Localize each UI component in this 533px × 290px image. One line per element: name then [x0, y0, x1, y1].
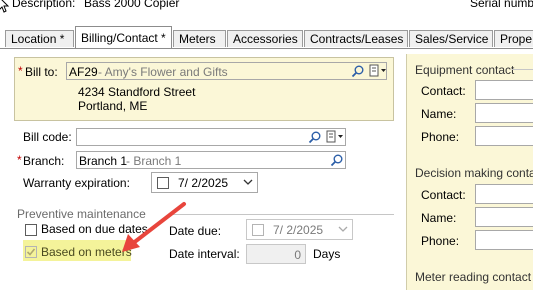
tab-accessories[interactable]: Accessories — [227, 30, 303, 47]
bill-to-name: - Amy's Flower and Gifts — [98, 65, 228, 79]
tab-contracts-leases[interactable]: Contracts/Leases — [304, 30, 408, 47]
equipment-contact-input[interactable] — [475, 80, 533, 100]
mouse-cursor-icon — [0, 0, 10, 13]
bill-code-input[interactable] — [76, 128, 346, 146]
tab-sales-service[interactable]: Sales/Service — [409, 30, 493, 47]
checkmark-icon — [26, 248, 36, 256]
equipment-contact-title: Equipment contact — [415, 63, 515, 77]
tab-properties-label: Prope — [500, 32, 533, 46]
serial-number-label: Serial numbe — [470, 0, 533, 10]
bill-to-label: Bill to: — [25, 65, 58, 79]
date-interval-value: 0 — [294, 248, 301, 262]
lookup-menu-icon[interactable] — [369, 64, 387, 78]
equipment-name-input[interactable] — [475, 103, 533, 123]
search-icon[interactable] — [308, 130, 322, 144]
tab-location[interactable]: Location * — [5, 30, 74, 47]
tab-billing-contact[interactable]: Billing/Contact * — [75, 26, 172, 48]
tab-properties[interactable]: Prope — [494, 30, 533, 47]
warranty-expiration-label: Warranty expiration: — [23, 176, 130, 190]
decision-contact-label: Contact: — [421, 188, 466, 202]
tab-location-label: Location * — [11, 32, 65, 46]
date-interval-input[interactable]: 0 — [246, 244, 306, 264]
based-on-meters-checkbox[interactable] — [25, 246, 37, 258]
description-label: Description: — [12, 0, 76, 10]
bill-to-address-line2: Portland, ME — [78, 99, 148, 113]
bill-code-label: Bill code: — [23, 130, 72, 144]
tab-contracts-leases-label: Contracts/Leases — [310, 32, 404, 46]
top-bar — [0, 0, 533, 24]
chevron-down-icon[interactable] — [243, 179, 253, 186]
date-due-checkbox[interactable] — [252, 224, 264, 236]
branch-desc: - Branch 1 — [126, 154, 182, 168]
equipment-name-label: Name: — [421, 107, 457, 121]
based-on-due-dates-checkbox[interactable] — [25, 224, 37, 236]
group-separator — [168, 214, 394, 215]
decision-contact-title: Decision making contact — [415, 166, 533, 180]
equipment-phone-input[interactable] — [475, 126, 533, 146]
search-icon[interactable] — [330, 153, 344, 167]
equipment-phone-label: Phone: — [421, 130, 460, 144]
warranty-date-value: 7/ 2/2025 — [178, 176, 229, 190]
bill-to-input[interactable]: AF29 - Amy's Flower and Gifts — [66, 62, 387, 80]
warranty-checkbox[interactable] — [157, 177, 169, 189]
branch-label: Branch: — [23, 154, 65, 168]
tab-accessories-label: Accessories — [233, 32, 298, 46]
tab-meters-label: Meters — [179, 32, 216, 46]
decision-name-label: Name: — [421, 211, 457, 225]
tab-meters[interactable]: Meters — [173, 30, 226, 47]
decision-phone-input[interactable] — [475, 230, 533, 250]
decision-phone-label: Phone: — [421, 234, 460, 248]
required-mark: * — [18, 64, 23, 78]
search-icon[interactable] — [351, 64, 365, 78]
meter-reading-contact-title: Meter reading contact — [415, 270, 532, 284]
chevron-down-icon[interactable] — [338, 226, 348, 233]
date-interval-unit: Days — [313, 247, 341, 261]
date-due-value: 7/ 2/2025 — [273, 223, 324, 237]
bill-to-code: AF29 — [69, 65, 98, 79]
required-mark: * — [17, 153, 22, 167]
equipment-contact-label: Contact: — [421, 84, 466, 98]
branch-input[interactable]: Branch 1 - Branch 1 — [76, 151, 346, 169]
decision-name-input[interactable] — [475, 207, 533, 227]
warranty-date-picker[interactable]: 7/ 2/2025 — [151, 172, 258, 193]
tab-billing-contact-label: Billing/Contact * — [81, 31, 166, 45]
decision-contact-input[interactable] — [475, 184, 533, 204]
branch-value: Branch 1 — [79, 154, 128, 168]
date-due-picker[interactable]: 7/ 2/2025 — [246, 219, 353, 240]
bill-to-address-line1: 4234 Standford Street — [78, 85, 196, 99]
arrow-annotation-icon — [122, 202, 186, 252]
tab-sales-service-label: Sales/Service — [415, 32, 489, 46]
group-separator — [512, 69, 533, 70]
lookup-menu-icon[interactable] — [326, 130, 344, 144]
description-value: Bass 2000 Copier — [84, 0, 180, 10]
